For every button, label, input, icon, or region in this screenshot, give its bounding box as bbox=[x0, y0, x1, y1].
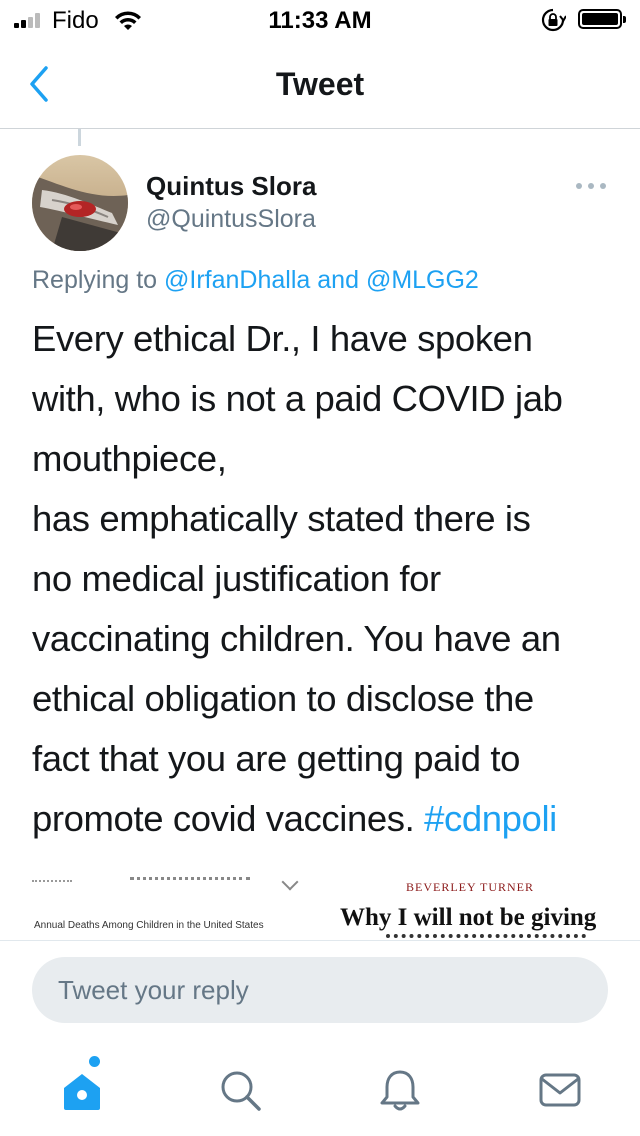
tab-messages[interactable] bbox=[536, 1066, 584, 1114]
mention-link-1[interactable]: @IrfanDhalla bbox=[164, 266, 310, 294]
author-handle[interactable]: @QuintusSlora bbox=[146, 205, 316, 234]
replying-prefix: Replying to bbox=[32, 266, 158, 294]
status-bar: Fido 11:33 AM bbox=[0, 0, 640, 40]
replying-to: Replying to @IrfanDhalla and @MLGG2 bbox=[32, 266, 479, 295]
article-headline: Why I will not be giving bbox=[340, 904, 597, 931]
media-url bbox=[130, 877, 250, 884]
tweet-text-line: promote covid vaccines. bbox=[32, 798, 415, 839]
battery-icon bbox=[578, 9, 626, 29]
tweet-text-line: fact that you are getting paid to bbox=[32, 738, 520, 779]
home-icon bbox=[64, 1074, 100, 1110]
notifications-icon bbox=[380, 1070, 420, 1111]
tweet-text-line: has emphatically stated there is bbox=[32, 498, 531, 539]
tweet-text: Every ethical Dr., I have spoken with, w… bbox=[32, 309, 622, 849]
media-icons bbox=[32, 880, 72, 885]
tweet-text-line: mouthpiece, bbox=[32, 438, 227, 479]
tweet-text-line: Every ethical Dr., I have spoken bbox=[32, 318, 533, 359]
reply-conjunction: and bbox=[317, 266, 359, 294]
tweet-text-line: no medical justification for bbox=[32, 558, 441, 599]
tweet-text-line: with, who is not a paid COVID jab bbox=[32, 378, 563, 419]
tweet-text-line: vaccinating children. You have an bbox=[32, 618, 561, 659]
chevron-down-icon bbox=[281, 873, 299, 891]
tab-search[interactable] bbox=[216, 1066, 264, 1114]
more-dots-icon[interactable] bbox=[573, 176, 609, 196]
article-byline: BEVERLEY TURNER bbox=[406, 880, 534, 894]
mention-link-2[interactable]: @MLGG2 bbox=[366, 266, 479, 294]
page-title: Tweet bbox=[275, 66, 365, 102]
avatar-image bbox=[32, 155, 128, 251]
tab-notifications[interactable] bbox=[376, 1066, 424, 1114]
navigation-bar: Tweet bbox=[0, 40, 640, 129]
tab-bar bbox=[0, 1036, 640, 1136]
orientation-lock-icon bbox=[540, 7, 567, 38]
media-image-chart[interactable]: Annual Deaths Among Children in the Unit… bbox=[32, 866, 317, 940]
thread-connector bbox=[78, 129, 81, 146]
search-icon bbox=[221, 1071, 261, 1111]
hashtag-link[interactable]: #cdnpoli bbox=[424, 798, 557, 839]
home-unread-dot bbox=[89, 1056, 100, 1067]
messages-icon bbox=[539, 1073, 581, 1107]
reply-composer bbox=[0, 940, 640, 1037]
media-preview[interactable]: Annual Deaths Among Children in the Unit… bbox=[32, 866, 640, 940]
tab-home[interactable] bbox=[58, 1066, 106, 1114]
tweet-text-last-line: promote covid vaccines. #cdnpoli bbox=[32, 789, 622, 849]
avatar[interactable] bbox=[32, 155, 128, 251]
article-headline-cont bbox=[386, 934, 586, 938]
author-name[interactable]: Quintus Slora bbox=[146, 171, 316, 202]
media-image-article[interactable]: BEVERLEY TURNER Why I will not be giving bbox=[326, 866, 640, 940]
media-caption: Annual Deaths Among Children in the Unit… bbox=[34, 920, 264, 931]
tweet-text-line: ethical obligation to disclose the bbox=[32, 678, 534, 719]
reply-input[interactable] bbox=[32, 957, 608, 1023]
